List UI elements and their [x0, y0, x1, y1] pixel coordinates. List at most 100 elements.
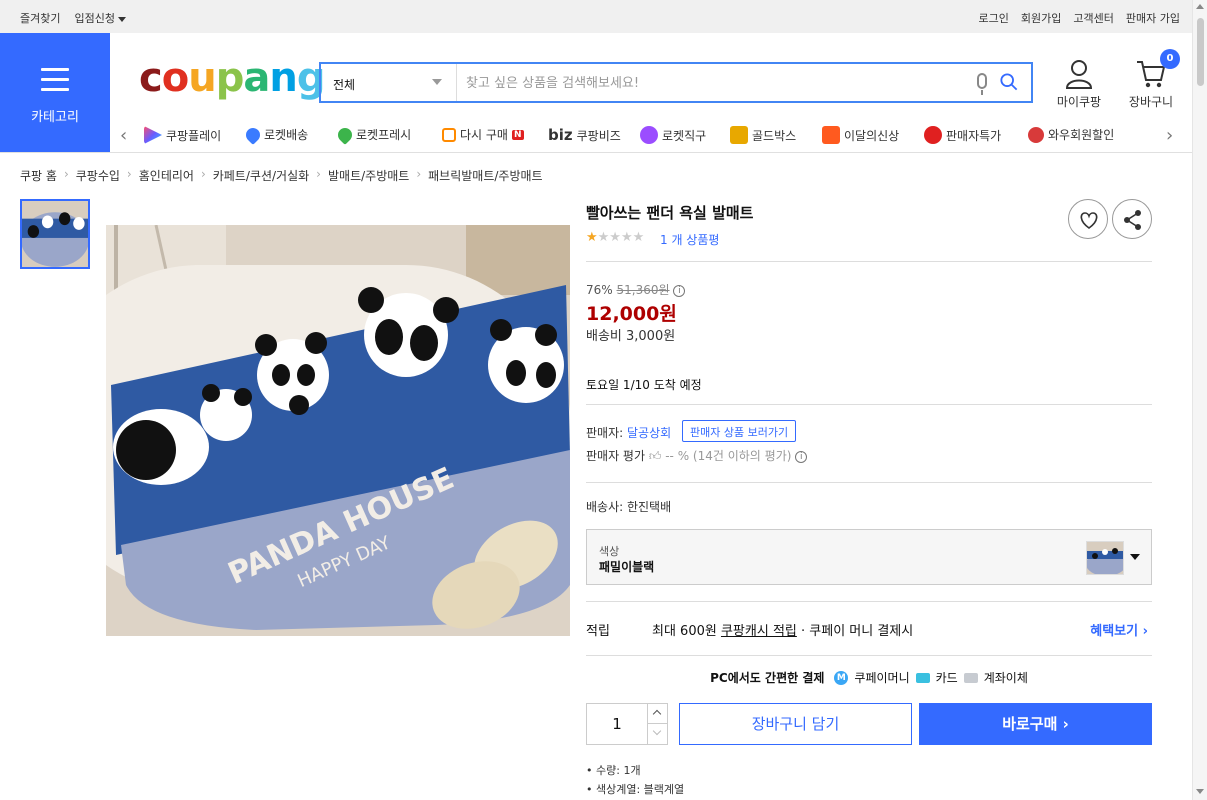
goldbox-icon [730, 126, 748, 144]
chevron-left-icon[interactable]: ‹ [120, 125, 127, 146]
user-icon [1065, 60, 1093, 89]
option-label: 색상 [599, 545, 620, 558]
shortcut-label: 판매자특가 [946, 128, 1002, 143]
seller-apply-menu[interactable]: 입점신청 [74, 10, 126, 26]
buy-now-button[interactable]: 바로구매 › [919, 703, 1152, 745]
quantity-decrease-button[interactable] [647, 724, 668, 744]
page-scrollbar[interactable] [1192, 0, 1207, 800]
shortcut-coupang-biz[interactable]: biz 쿠팡비즈 [548, 126, 621, 144]
category-button[interactable]: 카테고리 [0, 33, 110, 152]
section-divider [586, 482, 1152, 483]
shortcut-label: 로켓직구 [662, 128, 707, 143]
customer-center-link[interactable]: 고객센터 [1073, 10, 1113, 26]
breadcrumb-item[interactable]: 홈인테리어 [139, 167, 194, 184]
section-divider [586, 601, 1152, 602]
mypage-button[interactable]: 마이쿠팡 [1056, 58, 1102, 110]
add-to-cart-button[interactable]: 장바구니 담기 [679, 703, 912, 745]
quantity-increase-button[interactable] [647, 704, 668, 724]
shortcut-label: 쿠팡플레이 [166, 128, 222, 143]
review-count-link[interactable]: 1 개 상품평 [660, 231, 719, 248]
shortcut-rocket-delivery[interactable]: 로켓배송 [243, 124, 309, 145]
seller-apply-label: 입점신청 [74, 12, 115, 25]
rebuy-icon [442, 127, 456, 142]
seller-rating-label: 판매자 평가 [586, 449, 646, 463]
seller-row: 판매자: 달공상회 [586, 424, 671, 441]
seller-products-button[interactable]: 판매자 상품 보러가기 [682, 420, 797, 442]
breadcrumb-item[interactable]: 발매트/주방매트 [328, 167, 409, 184]
breadcrumb-item[interactable]: 쿠팡 홈 [20, 167, 57, 184]
shortcut-label: 다시 구매 [460, 128, 508, 142]
bookmark-link[interactable]: 즐겨찾기 [20, 10, 60, 26]
chevron-right-icon[interactable]: › [1166, 125, 1173, 146]
biz-icon: biz [548, 126, 573, 144]
payment-method: 계좌이체 [983, 671, 1028, 685]
seller-name-link[interactable]: 달공상회 [627, 426, 671, 440]
color-option-select[interactable]: 색상 패밀이블랙 [586, 529, 1152, 585]
wow-icon [1028, 126, 1044, 143]
header-divider [0, 152, 1192, 153]
caret-down-icon [117, 16, 126, 22]
discount-rate: 76% [586, 283, 613, 297]
shortcut-label: 와우회원할인 [1048, 128, 1115, 142]
seller-rating-row: 판매자 평가 👍︎ -- % (14건 이하의 평가) i [586, 447, 808, 464]
quantity-input[interactable]: 1 [587, 704, 647, 744]
shortcut-rebuy[interactable]: 다시 구매 N [442, 126, 524, 143]
microphone-icon[interactable] [977, 73, 987, 95]
section-divider [586, 261, 1152, 262]
shortcut-rocket-global[interactable]: 로켓직구 [640, 126, 706, 144]
coupang-logo[interactable]: coupang [139, 55, 325, 101]
chevron-right-icon: › [416, 167, 422, 181]
payment-title: PC에서도 간편한 결제 [710, 671, 825, 685]
info-icon[interactable]: i [795, 450, 808, 463]
shortcut-label: 골드박스 [752, 128, 797, 143]
play-icon [144, 126, 162, 144]
scroll-down-icon[interactable] [1196, 789, 1204, 794]
thumbs-up-icon: 👍︎ [648, 449, 662, 463]
shortcut-goldbox[interactable]: 골드박스 [730, 126, 796, 144]
seller-signup-link[interactable]: 판매자 가입 [1126, 10, 1180, 26]
reward-text: 최대 600원 쿠팡캐시 적립 · 쿠페이 머니 결제시 [652, 620, 913, 639]
shortcut-rocket-fresh[interactable]: 로켓프레시 [335, 124, 411, 145]
product-thumbnail[interactable] [20, 199, 90, 269]
breadcrumb-item[interactable]: 패브릭발매트/주방매트 [428, 167, 542, 184]
mypage-label: 마이쿠팡 [1056, 95, 1102, 109]
product-main-image[interactable]: PANDA HOUSE HAPPY DAY [106, 225, 570, 636]
signup-link[interactable]: 회원가입 [1021, 10, 1061, 26]
buy-now-label: 바로구매 [1002, 715, 1058, 733]
rocket-global-icon [640, 126, 658, 144]
section-divider [586, 404, 1152, 405]
cart-label: 장바구니 [1128, 95, 1174, 109]
panda-bath-mat-photo: PANDA HOUSE HAPPY DAY [106, 225, 570, 636]
chevron-right-icon: › [63, 167, 69, 181]
breadcrumb-item[interactable]: 쿠팡수입 [76, 167, 120, 184]
search-scope-select[interactable]: 전체 [321, 64, 457, 101]
cart-count-badge: 0 [1160, 49, 1180, 69]
chevron-right-icon: › [316, 167, 321, 181]
search-input[interactable] [466, 72, 956, 94]
search-icon[interactable] [1000, 73, 1018, 91]
discount-row: 76% 51,360원 i [586, 281, 686, 298]
attribute-item: 색상계열: 블랙계열 [586, 781, 684, 797]
benefits-label: 혜택보기 [1090, 624, 1139, 639]
shortcut-coupang-play[interactable]: 쿠팡플레이 [144, 126, 221, 144]
wishlist-button[interactable] [1068, 199, 1108, 239]
shortcut-label: 로켓배송 [264, 128, 309, 142]
share-button[interactable] [1112, 199, 1152, 239]
benefits-link[interactable]: 혜택보기 › [1090, 620, 1148, 639]
scroll-up-icon[interactable] [1196, 4, 1204, 9]
chevron-down-icon [432, 79, 442, 85]
shortcut-seller-deals[interactable]: 판매자특가 [924, 126, 1001, 144]
category-label: 카테고리 [31, 110, 79, 125]
product-attributes: 수량: 1개 색상계열: 블랙계열 [586, 762, 684, 800]
shortcut-new-arrivals[interactable]: 이달의신상 [822, 126, 899, 144]
coupang-cash-link[interactable]: 쿠팡캐시 적립 [721, 624, 797, 639]
scroll-thumb[interactable] [1197, 18, 1204, 86]
login-link[interactable]: 로그인 [979, 10, 1009, 26]
shortcut-wow-discount[interactable]: 와우회원할인 [1028, 126, 1114, 143]
search-scope-value: 전체 [333, 78, 356, 92]
breadcrumb-item[interactable]: 카페트/쿠션/거실화 [213, 167, 309, 184]
shipping-fee: 배송비 3,000원 [586, 329, 676, 344]
option-swatch-image [1086, 541, 1124, 575]
share-icon [1124, 210, 1141, 230]
info-icon[interactable]: i [673, 284, 686, 297]
